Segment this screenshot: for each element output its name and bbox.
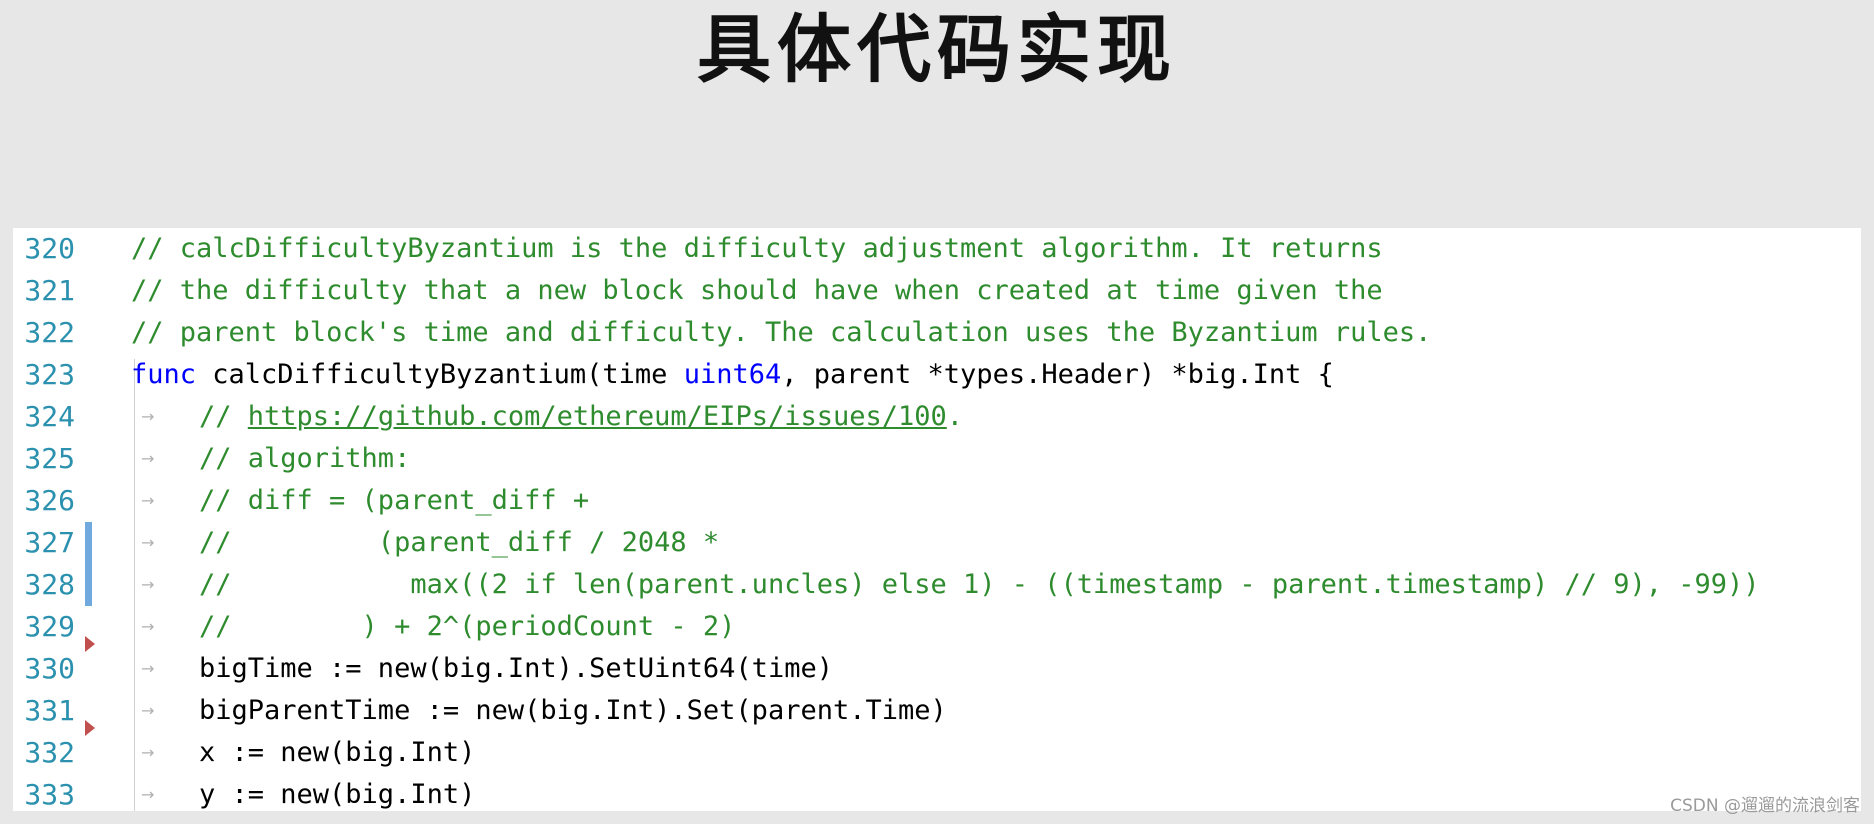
code-line-331[interactable]: 331 → bigParentTime := new(big.Int).Set(… (13, 690, 1861, 732)
code-line-329[interactable]: 329 → // ) + 2^(periodCount - 2) (13, 606, 1861, 648)
keyword-uint64: uint64 (683, 359, 782, 390)
code-line-328[interactable]: 328 → // max((2 if len(parent.uncles) el… (13, 564, 1861, 606)
tab-arrow-icon: → (141, 743, 155, 762)
line-number: 330 (24, 652, 75, 685)
line-number: 321 (24, 274, 75, 307)
code-comment: // calcDifficultyByzantium is the diffic… (131, 233, 1383, 264)
tab-arrow-icon: → (141, 533, 155, 552)
code-comment: // algorithm: (199, 443, 411, 474)
code-text: bigTime := new(big.Int).SetUint64(time) (199, 653, 833, 684)
tab-arrow-icon: → (141, 407, 155, 426)
code-text: bigParentTime := new(big.Int).Set(parent… (199, 695, 947, 726)
code-comment: // parent block's time and difficulty. T… (131, 317, 1432, 348)
tab-arrow-icon: → (141, 785, 155, 804)
watermark: CSDN @遛遛的流浪剑客 (1670, 796, 1860, 816)
code-fragment: , parent *types.Header) *big.Int { (781, 359, 1334, 390)
code-comment: // https://github.com/ethereum/EIPs/issu… (199, 396, 963, 438)
line-number: 329 (24, 610, 75, 643)
code-line-320[interactable]: 320 // calcDifficultyByzantium is the di… (13, 228, 1861, 270)
line-number: 327 (24, 526, 75, 559)
tab-arrow-icon: → (141, 449, 155, 468)
comment-suffix: . (946, 401, 964, 432)
code-fragment: calcDifficultyByzantium(time (196, 359, 684, 390)
code-text: func calcDifficultyByzantium(time uint64… (131, 354, 1334, 396)
line-number: 331 (24, 694, 75, 727)
code-line-325[interactable]: 325 → // algorithm: (13, 438, 1861, 480)
line-number: 320 (24, 232, 75, 265)
keyword-func: func (131, 359, 197, 390)
code-line-333[interactable]: 333 → y := new(big.Int) (13, 774, 1861, 811)
code-line-321[interactable]: 321 // the difficulty that a new block s… (13, 270, 1861, 312)
code-line-324[interactable]: 324 → // https://github.com/ethereum/EIP… (13, 396, 1861, 438)
code-line-326[interactable]: 326 → // diff = (parent_diff + (13, 480, 1861, 522)
code-line-327[interactable]: 327 → // (parent_diff / 2048 * (13, 522, 1861, 564)
code-comment: // ) + 2^(periodCount - 2) (199, 611, 736, 642)
code-line-323[interactable]: 323 func calcDifficultyByzantium(time ui… (13, 354, 1861, 396)
code-line-332[interactable]: 332 → x := new(big.Int) (13, 732, 1861, 774)
change-indicator (85, 564, 92, 606)
code-line-330[interactable]: 330 → bigTime := new(big.Int).SetUint64(… (13, 648, 1861, 690)
code-comment: // the difficulty that a new block shoul… (131, 275, 1383, 306)
tab-arrow-icon: → (141, 491, 155, 510)
comment-prefix: // (199, 401, 248, 432)
line-number: 323 (24, 358, 75, 391)
code-text: x := new(big.Int) (199, 737, 476, 768)
code-text: y := new(big.Int) (199, 779, 476, 810)
slide-title: 具体代码实现 (697, 7, 1177, 93)
line-number: 325 (24, 442, 75, 475)
tab-arrow-icon: → (141, 575, 155, 594)
tab-arrow-icon: → (141, 659, 155, 678)
code-comment: // (parent_diff / 2048 * (199, 527, 720, 558)
code-line-322[interactable]: 322 // parent block's time and difficult… (13, 312, 1861, 354)
issue-link[interactable]: https://github.com/ethereum/EIPs/issues/… (248, 401, 947, 432)
line-number: 326 (24, 484, 75, 517)
code-editor[interactable]: 320 // calcDifficultyByzantium is the di… (13, 228, 1861, 811)
line-number: 328 (24, 568, 75, 601)
code-comment: // diff = (parent_diff + (199, 485, 590, 516)
change-indicator (85, 522, 92, 564)
tab-arrow-icon: → (141, 701, 155, 720)
tab-arrow-icon: → (141, 617, 155, 636)
line-number: 332 (24, 736, 75, 769)
line-number: 324 (24, 400, 75, 433)
code-comment: // max((2 if len(parent.uncles) else 1) … (199, 569, 1760, 600)
line-number: 322 (24, 316, 75, 349)
line-number: 333 (24, 778, 75, 811)
